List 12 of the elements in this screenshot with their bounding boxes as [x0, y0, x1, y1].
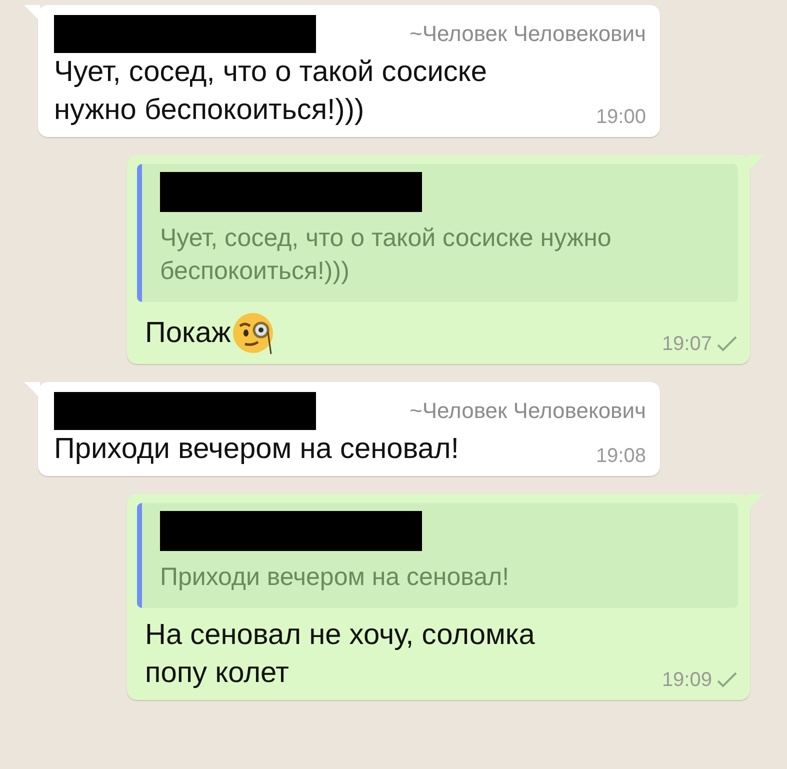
sender-name: ~Человек Человекович	[410, 397, 646, 425]
message-text: Покаж	[145, 316, 231, 351]
quoted-text: Приходи вечером на сеновал!	[160, 562, 510, 593]
message-time: 19:09	[662, 668, 712, 692]
message-text: Чует, сосед, что о такой сосиске нужно беспокоиться!)))	[54, 55, 488, 128]
sender-name: ~Человек Человекович	[410, 20, 646, 48]
message-text: На сеновал не хочу, соломка попу колет	[145, 618, 536, 691]
message-time: 19:00	[596, 105, 646, 129]
message-time: 19:08	[596, 444, 646, 468]
message-time: 19:07	[662, 332, 712, 356]
quoted-text: Чует, сосед, что о такой сосиске нужно беспокоиться!)))	[160, 223, 612, 287]
message-text: Приходи вечером на сеновал!	[54, 432, 459, 467]
